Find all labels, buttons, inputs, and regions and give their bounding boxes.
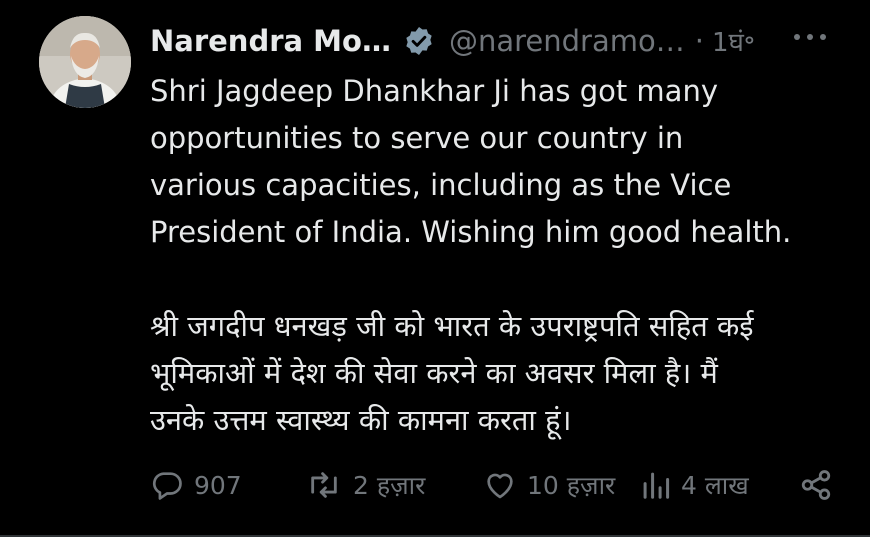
author-handle[interactable]: @narendramo…	[449, 24, 685, 58]
views-button[interactable]: 4 लाख	[641, 468, 799, 502]
repost-icon	[305, 468, 343, 502]
more-dots-icon[interactable]	[790, 22, 830, 52]
reply-bubble-icon	[150, 468, 184, 502]
tweet-header: Narendra Mo… @narendramo… · 1घं॰	[150, 14, 755, 68]
like-count: 10 हज़ार	[527, 471, 616, 500]
avatar[interactable]	[39, 16, 131, 108]
reply-button[interactable]: 907	[150, 468, 305, 502]
tweet-actions: 907 2 हज़ार 10 हज़ार 4 लाख	[150, 462, 835, 508]
share-button[interactable]	[799, 468, 835, 502]
share-icon	[799, 468, 833, 502]
separator-dot: ·	[694, 24, 704, 58]
tweet-text: Shri Jagdeep Dhankhar Ji has got many op…	[150, 74, 792, 437]
author-name[interactable]: Narendra Mo…	[150, 24, 391, 58]
views-count: 4 लाख	[681, 471, 749, 500]
like-button[interactable]: 10 हज़ार	[483, 468, 641, 502]
reply-count: 907	[194, 470, 242, 500]
heart-icon	[483, 468, 517, 502]
views-chart-icon	[641, 468, 671, 502]
timestamp[interactable]: 1घं॰	[712, 23, 755, 59]
verified-badge-icon	[403, 25, 435, 57]
repost-count: 2 हज़ार	[353, 471, 426, 500]
repost-button[interactable]: 2 हज़ार	[305, 468, 483, 502]
